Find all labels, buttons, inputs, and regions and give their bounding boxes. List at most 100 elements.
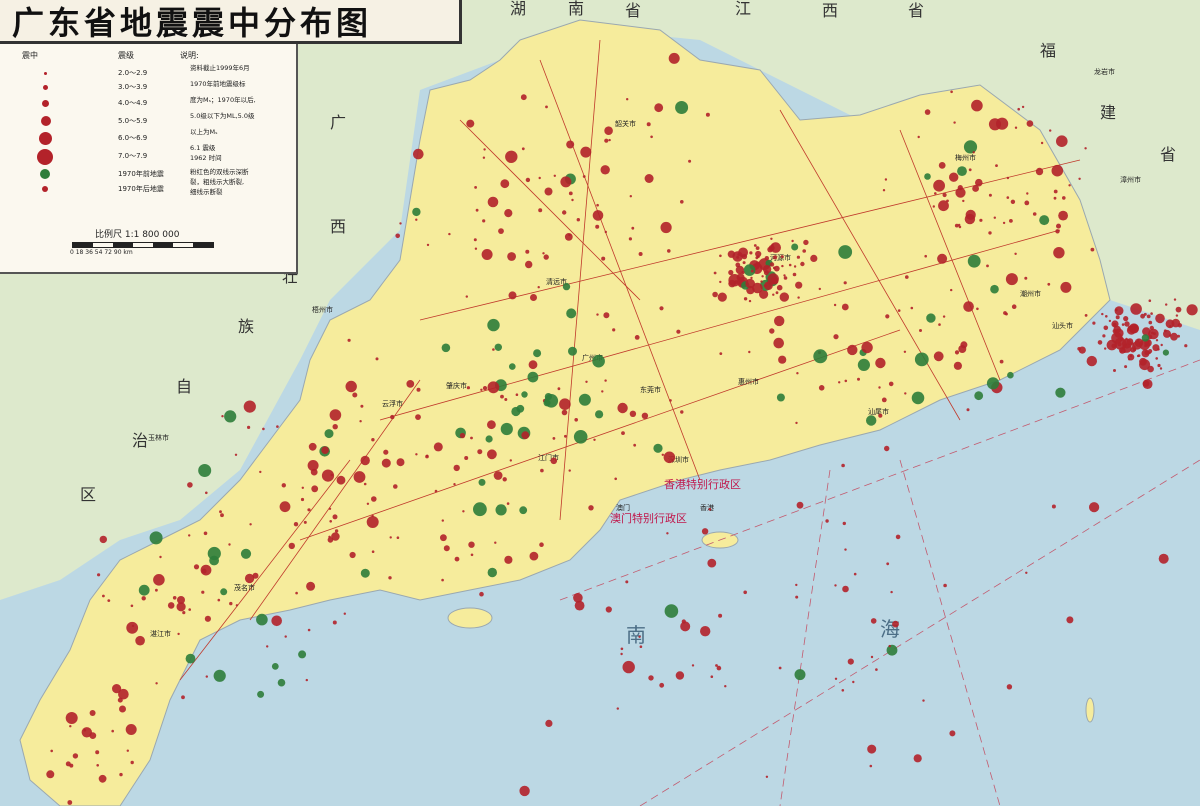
epicenter-dot [895, 534, 901, 540]
epicenter-dot [566, 308, 577, 319]
epicenter-dot [1056, 135, 1068, 147]
epicenter-dot [771, 276, 779, 284]
epicenter-dot [525, 249, 530, 254]
epicenter-dot [892, 620, 899, 628]
epicenter-dot [960, 341, 968, 349]
epicenter-dot [1024, 276, 1028, 280]
epicenter-dot [592, 210, 604, 221]
sea-label-hai: 海 [880, 617, 900, 641]
epicenter-dot [783, 276, 788, 280]
epicenter-dot [1165, 303, 1168, 306]
label-jian: 建 [1100, 103, 1116, 122]
epicenter-dot [321, 469, 335, 482]
epicenter-dot [776, 393, 785, 402]
epicenter-dot [482, 156, 486, 159]
epicenter-dot [487, 381, 500, 394]
epicenter-dot [719, 280, 722, 284]
epicenter-dot [119, 705, 126, 713]
epicenter-dot [1068, 184, 1071, 187]
epicenter-dot [281, 483, 286, 488]
epicenter-dot [519, 506, 528, 515]
epicenter-dot [841, 463, 845, 468]
epicenter-dot [953, 361, 963, 370]
city-dongguan: 东莞市 [640, 385, 661, 394]
epicenter-dot [229, 601, 233, 606]
epicenter-dot [701, 528, 709, 535]
epicenter-dot [1108, 319, 1112, 323]
epicenter-dot [617, 402, 628, 414]
epicenter-dot [1089, 502, 1100, 513]
city-yunfu: 云浮市 [382, 399, 403, 408]
epicenter-dot [794, 669, 806, 681]
legend-mag: 7.0～7.9 [118, 152, 148, 160]
epicenter-dot [159, 555, 162, 559]
epicenter-dot [508, 291, 517, 300]
legend-note: 1962 时间 [190, 154, 222, 162]
epicenter-dot [765, 775, 769, 778]
epicenter-dot [778, 666, 782, 670]
epicenter-dot [443, 545, 450, 552]
epicenter-dot [277, 678, 286, 687]
epicenter-dot [996, 117, 1009, 130]
epicenter-dot [347, 338, 351, 342]
epicenter-dot [1129, 324, 1139, 333]
epicenter-dot [102, 594, 105, 598]
label-macau-sar: 澳门特别行政区 [610, 511, 687, 525]
epicenter-dot [715, 664, 718, 667]
epicenter-dot [98, 774, 107, 783]
epicenter-dot [502, 477, 507, 482]
epicenter-dot [745, 278, 755, 289]
epicenter-dot [135, 635, 145, 646]
epicenter-dot [942, 315, 946, 318]
epicenter-dot [544, 187, 553, 196]
epicenter-dot [638, 635, 641, 638]
epicenter-dot [795, 595, 799, 599]
epicenter-dot [360, 404, 364, 408]
epicenter-dot [943, 583, 947, 588]
epicenter-dot [288, 542, 295, 550]
epicenter-dot [466, 386, 470, 390]
epicenter-dot [271, 615, 283, 627]
legend-dot [42, 186, 48, 192]
epicenter-dot [89, 732, 97, 739]
legend-dot [39, 132, 52, 145]
epicenter-dot [844, 548, 847, 551]
epicenter-dot [705, 112, 710, 117]
epicenter-dot [888, 381, 894, 387]
epicenter-dot [639, 645, 643, 648]
epicenter-dot [963, 140, 978, 154]
epicenter-dot [748, 299, 752, 303]
epicenter-dot [1105, 315, 1108, 318]
epicenter-dot [736, 273, 745, 282]
epicenter-dot [545, 719, 553, 728]
epicenter-dot [311, 485, 319, 493]
epicenter-dot [425, 454, 429, 459]
epicenter-dot [974, 391, 984, 401]
epicenter-dot [188, 534, 191, 537]
epicenter-dot [416, 387, 421, 392]
epicenter-dot [1032, 212, 1037, 216]
epicenter-dot [487, 567, 497, 578]
epicenter-dot [1151, 331, 1154, 335]
epicenter-dot [1097, 340, 1103, 345]
epicenter-dot [352, 392, 358, 398]
epicenter-dot [399, 222, 402, 225]
epicenter-dot [395, 233, 401, 239]
epicenter-dot [234, 453, 238, 456]
legend-dot [40, 169, 50, 179]
epicenter-dot [205, 675, 208, 678]
epicenter-dot [595, 410, 604, 419]
epicenter-dot [243, 400, 256, 413]
label-xi2: 西 [330, 217, 346, 236]
epicenter-dot [300, 497, 305, 502]
epicenter-dot [756, 255, 760, 259]
epicenter-dot [975, 178, 983, 187]
epicenter-dot [1060, 281, 1072, 293]
epicenter-dot [1148, 299, 1152, 303]
scale-bar [72, 242, 214, 248]
epicenter-dot [307, 628, 311, 632]
epicenter-dot [680, 410, 684, 414]
epicenter-dot [493, 471, 503, 480]
epicenter-dot [601, 256, 606, 261]
epicenter-dot [426, 243, 430, 247]
